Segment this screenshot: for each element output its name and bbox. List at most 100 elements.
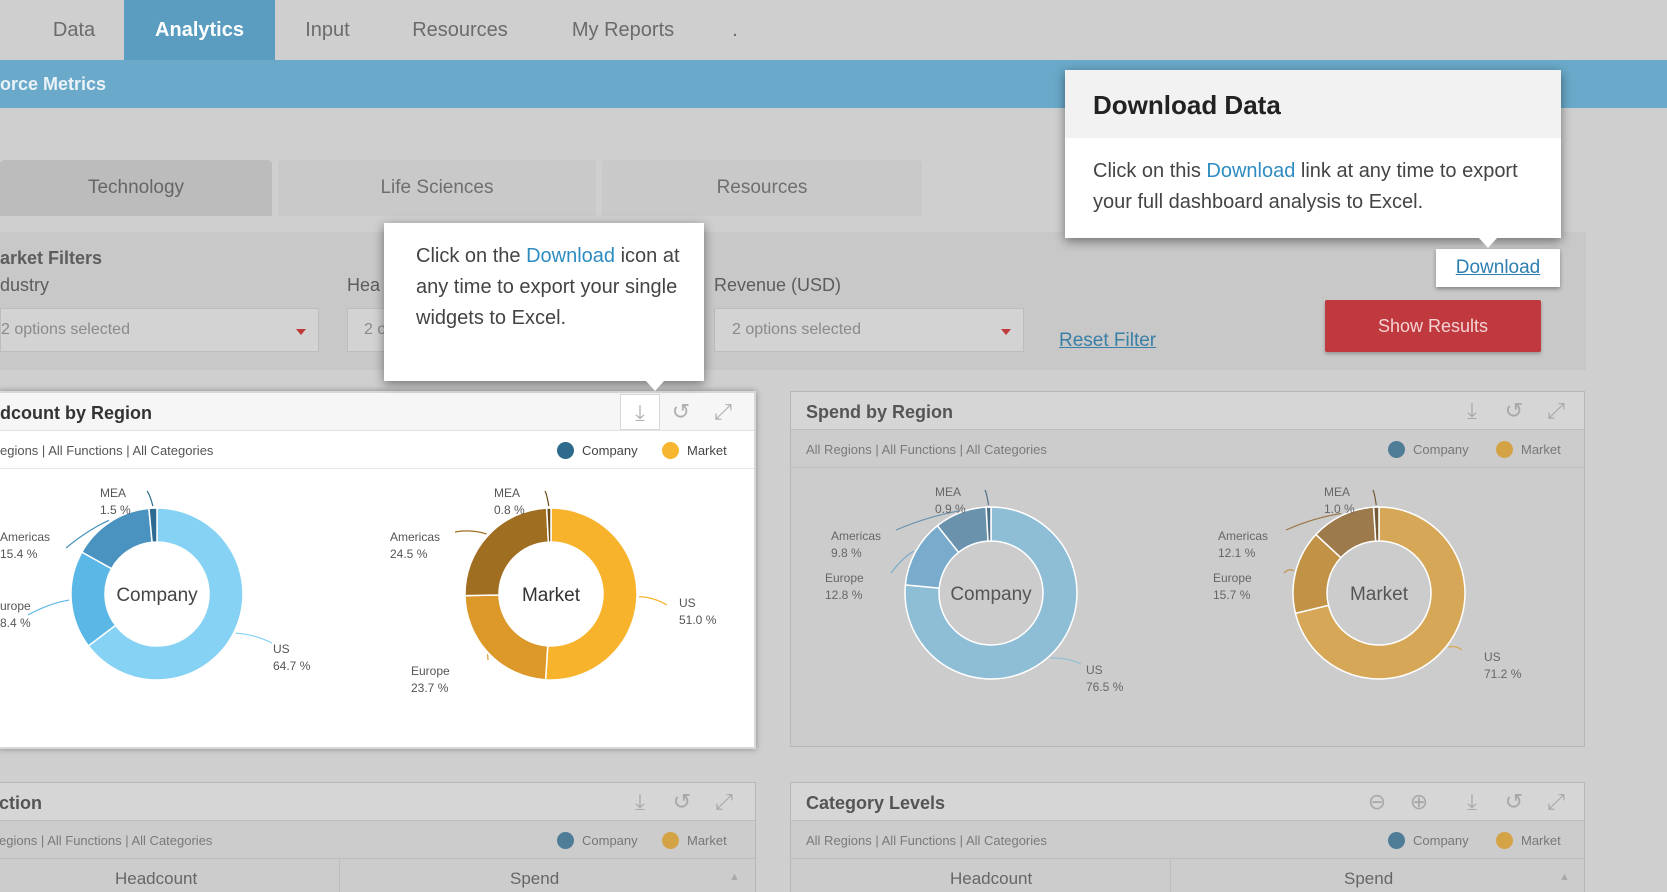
reset-filter-link[interactable]: Reset Filter bbox=[1059, 330, 1156, 352]
industry-select-value: 2 options selected bbox=[1, 321, 130, 338]
nav-tab-my-reports[interactable]: My Reports bbox=[556, 0, 690, 60]
legend-company: Company bbox=[1388, 832, 1469, 849]
slice-label: Europe bbox=[1213, 571, 1252, 585]
spend-by-region-widget: Spend by Region ⤓ ↺ ⤢ All Regions | All … bbox=[790, 391, 1585, 747]
widget-title: Spend by Region bbox=[806, 402, 954, 422]
expand-icon[interactable]: ⤢ bbox=[711, 789, 737, 815]
nav-tab-input[interactable]: Input bbox=[285, 0, 370, 60]
expand-icon[interactable]: ⤢ bbox=[710, 399, 736, 425]
legend-company: Company bbox=[1388, 441, 1469, 458]
reset-icon[interactable]: ↺ bbox=[668, 399, 694, 425]
leader-line bbox=[486, 654, 489, 661]
scroll-up-icon[interactable]: ▲ bbox=[1559, 871, 1570, 883]
nav-tab-analytics[interactable]: Analytics bbox=[124, 0, 275, 60]
legend-label: Company bbox=[582, 833, 638, 848]
legend-dot bbox=[1496, 832, 1513, 849]
slice-label: 51.0 % bbox=[679, 613, 717, 627]
download-link[interactable]: Download bbox=[1436, 249, 1560, 287]
widget-header: Spend by Region ⤓ ↺ ⤢ bbox=[791, 392, 1584, 430]
chevron-down-icon bbox=[296, 329, 306, 335]
slice-label: MEA bbox=[1324, 485, 1350, 499]
leader-line bbox=[454, 530, 487, 535]
top-nav: Data Analytics Input Resources My Report… bbox=[0, 0, 1667, 60]
drill-up-icon[interactable]: ⊕ bbox=[1406, 789, 1432, 815]
column-header-spend[interactable]: Spend bbox=[1344, 869, 1393, 889]
legend-label: Market bbox=[1521, 833, 1561, 848]
show-results-button[interactable]: Show Results bbox=[1325, 300, 1541, 352]
reset-icon[interactable]: ↺ bbox=[669, 789, 695, 815]
scroll-up-icon[interactable]: ▲ bbox=[729, 871, 740, 883]
sector-tab-technology[interactable]: Technology bbox=[0, 160, 272, 216]
leader-line bbox=[1372, 489, 1377, 506]
donut-center-label: Company bbox=[950, 584, 1032, 605]
legend-label: Company bbox=[1413, 833, 1469, 848]
nav-tab-data[interactable]: Data bbox=[30, 0, 118, 60]
download-icon[interactable]: ⤓ bbox=[620, 394, 660, 430]
legend-dot bbox=[1388, 832, 1405, 849]
widget-subtitle: egions | All Functions | All Categories bbox=[0, 833, 213, 848]
widget-title: ction bbox=[0, 793, 42, 813]
legend-dot bbox=[1496, 441, 1513, 458]
slice-label: Americas bbox=[1218, 529, 1268, 543]
tooltip-text: Click on the Download icon at any time t… bbox=[416, 241, 704, 334]
slice-label: Americas bbox=[0, 530, 50, 544]
donut-slice-americas[interactable] bbox=[464, 507, 550, 597]
slice-label: 24.5 % bbox=[390, 547, 428, 561]
legend-market: Market bbox=[1496, 441, 1561, 458]
slice-label: US bbox=[1086, 663, 1103, 677]
column-header-spend[interactable]: Spend bbox=[510, 869, 559, 889]
widget-title: Category Levels bbox=[806, 793, 946, 813]
legend-dot bbox=[662, 832, 679, 849]
sector-tab-resources[interactable]: Resources bbox=[602, 160, 922, 216]
tooltip-download-link[interactable]: Download bbox=[1206, 160, 1295, 182]
column-divider bbox=[339, 859, 340, 892]
reset-icon[interactable]: ↺ bbox=[1501, 398, 1527, 424]
slice-label: 76.5 % bbox=[1086, 680, 1124, 694]
download-data-tooltip: Download Data Click on this Download lin… bbox=[1065, 70, 1561, 248]
leader-line bbox=[1447, 645, 1463, 651]
widget-header: ction ⤓ ↺ ⤢ bbox=[0, 783, 755, 821]
headcount-donut-charts: US 64.7 % urope 8.4 % Americas 15.4 % MEA 1.5 %… bbox=[0, 486, 717, 695]
column-header-headcount[interactable]: Headcount bbox=[115, 869, 197, 889]
leader-line bbox=[638, 596, 668, 606]
reset-icon[interactable]: ↺ bbox=[1501, 789, 1527, 815]
revenue-select[interactable]: 2 options selected bbox=[714, 308, 1024, 352]
nav-extra: . bbox=[732, 19, 738, 41]
slice-label: 15.7 % bbox=[1213, 588, 1251, 602]
slice-label: 12.8 % bbox=[825, 588, 863, 602]
headcount-label: Hea bbox=[347, 275, 381, 295]
download-icon[interactable]: ⤓ bbox=[627, 789, 653, 815]
industry-select[interactable]: 2 options selected bbox=[0, 308, 319, 352]
column-header-headcount[interactable]: Headcount bbox=[950, 869, 1032, 889]
download-icon[interactable]: ⤓ bbox=[1459, 398, 1485, 424]
legend-dot bbox=[1388, 441, 1405, 458]
industry-label: dustry bbox=[0, 275, 50, 295]
slice-label: US bbox=[679, 596, 696, 610]
function-widget: ction ⤓ ↺ ⤢ egions | All Functions | All… bbox=[0, 782, 756, 892]
legend-market: Market bbox=[662, 442, 727, 459]
slice-label: 64.7 % bbox=[273, 659, 311, 673]
drill-down-icon[interactable]: ⊖ bbox=[1364, 789, 1390, 815]
tooltip-text: Click on this Download link at any time … bbox=[1093, 156, 1543, 218]
download-icon[interactable]: ⤓ bbox=[1459, 789, 1485, 815]
expand-icon[interactable]: ⤢ bbox=[1543, 789, 1569, 815]
revenue-select-value: 2 options selected bbox=[732, 321, 861, 338]
chevron-down-icon bbox=[1001, 329, 1011, 335]
widget-divider bbox=[0, 858, 755, 859]
leader-line bbox=[1283, 569, 1295, 574]
revenue-label: Revenue (USD) bbox=[714, 275, 842, 295]
expand-icon[interactable]: ⤢ bbox=[1543, 398, 1569, 424]
tooltip-arrow bbox=[646, 381, 664, 391]
nav-tab-resources[interactable]: Resources bbox=[400, 0, 520, 60]
spend-donut-charts: US 76.5 % Europe 12.8 % Americas 9.8 % MEA 0.9 … bbox=[825, 485, 1522, 694]
slice-label: 0.9 % bbox=[935, 502, 966, 516]
widget-download-tooltip: Click on the Download icon at any time t… bbox=[384, 223, 704, 391]
legend-label: Company bbox=[582, 443, 638, 458]
donut-slice-europe[interactable] bbox=[464, 594, 549, 681]
legend-label: Market bbox=[687, 443, 727, 458]
leader-line bbox=[1050, 657, 1082, 665]
tooltip-download-link[interactable]: Download bbox=[526, 245, 615, 267]
slice-label: 23.7 % bbox=[411, 681, 449, 695]
filters-title: arket Filters bbox=[0, 248, 103, 268]
sector-tab-life-sciences[interactable]: Life Sciences bbox=[278, 160, 596, 216]
